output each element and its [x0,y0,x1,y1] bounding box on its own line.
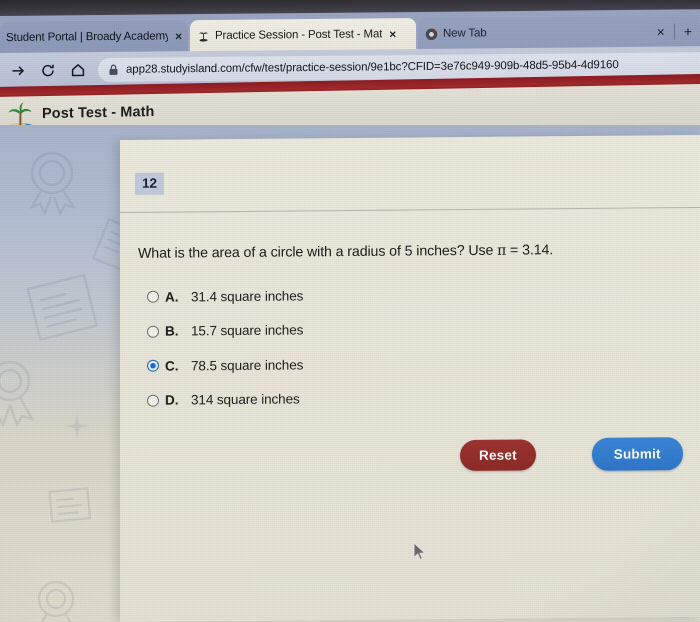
radio-button-b[interactable] [147,325,159,338]
answer-option-b[interactable]: B. 15.7 square inches [147,310,667,349]
question-text-part-1: What is the area of a circle with a radi… [138,242,498,262]
close-icon[interactable]: × [175,29,182,43]
new-tab-button[interactable]: + [684,23,692,39]
rosette-watermark-icon [0,353,50,444]
reset-button[interactable]: Reset [460,439,536,472]
question-number-badge: 12 [135,172,165,195]
answer-option-text: 314 square inches [191,391,300,408]
answer-option-text: 78.5 square inches [191,357,304,374]
answer-option-c[interactable]: C. 78.5 square inches [147,344,667,383]
question-card: 12 What is the area of a circle with a r… [120,134,700,622]
answer-option-letter: B. [165,323,179,339]
palm-island-icon [196,29,210,43]
close-icon[interactable]: × [389,27,396,41]
lock-icon [108,63,119,75]
pi-symbol: π [497,242,507,259]
question-text-part-2: = 3.14. [506,242,554,259]
answer-option-letter: A. [165,289,179,305]
action-buttons: Reset Submit [460,437,683,472]
divider [120,206,700,213]
chrome-icon [424,27,438,41]
divider [673,23,675,40]
radio-button-c[interactable] [147,359,159,373]
radio-button-d[interactable] [147,394,159,407]
answer-option-letter: C. [165,358,179,374]
answer-option-text: 31.4 square inches [191,288,304,305]
submit-button[interactable]: Submit [591,437,683,471]
mouse-pointer-icon [413,541,428,567]
window-close-icon[interactable]: × [657,24,665,40]
document-watermark-icon [23,270,105,351]
reload-icon[interactable] [36,58,60,82]
answer-option-a[interactable]: A. 31.4 square inches [147,275,667,314]
answer-option-letter: D. [165,392,179,408]
address-bar-url: app28.studyisland.com/cfw/test/practice-… [126,58,619,76]
question-text: What is the area of a circle with a radi… [138,240,678,263]
window-controls: × + [657,23,692,39]
browser-tab-title: Student Portal | Broady Academy [6,30,169,44]
rosette-watermark-icon [28,573,90,622]
arrow-right-icon[interactable] [6,58,30,82]
answer-option-d[interactable]: D. 314 square inches [147,379,667,418]
browser-tab-title: Practice Session - Post Test - Mat [215,28,383,42]
browser-tab-student-portal[interactable]: Student Portal | Broady Academy × [0,20,188,54]
answer-options-list: A. 31.4 square inches B. 15.7 square inc… [147,275,667,418]
home-icon[interactable] [66,58,90,82]
document-watermark-icon [46,485,93,530]
browser-tab-practice-session[interactable]: Practice Session - Post Test - Mat × [190,18,416,53]
sparkle-watermark-icon [64,413,90,444]
page-title: Post Test - Math [42,103,155,123]
radio-button-a[interactable] [147,290,159,304]
browser-tab-title: New Tab [443,27,487,40]
browser-window-photo: Student Portal | Broady Academy × Practi… [0,0,700,622]
rosette-watermark-icon [18,143,96,226]
answer-option-text: 15.7 square inches [191,322,304,339]
